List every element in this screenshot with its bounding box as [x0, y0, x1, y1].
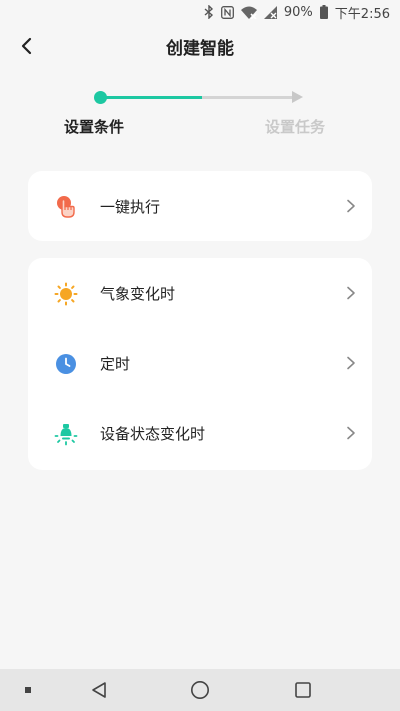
row-label: 一键执行 — [100, 197, 161, 216]
step-arrow-icon — [292, 91, 303, 103]
chevron-right-icon — [347, 199, 355, 213]
stepper: 设置条件 设置任务 — [0, 84, 400, 144]
row-label: 气象变化时 — [100, 284, 176, 303]
row-one-click-execute[interactable]: 一键执行 — [28, 171, 372, 241]
device-bulb-icon — [54, 422, 78, 446]
row-label: 设备状态变化时 — [100, 424, 206, 443]
header: 创建智能 — [0, 24, 400, 68]
nav-home-button[interactable] — [183, 669, 217, 711]
back-button[interactable] — [12, 32, 40, 60]
card-conditions: 气象变化时 定时 设备状态变化时 — [28, 258, 372, 470]
step-label-tasks: 设置任务 — [265, 118, 326, 136]
home-circle-icon — [191, 681, 209, 699]
signal-icon — [263, 5, 277, 19]
row-device-state-change[interactable]: 设备状态变化时 — [28, 398, 372, 468]
card-manual: 一键执行 — [28, 171, 372, 241]
nav-back-button[interactable] — [82, 669, 116, 711]
menu-dot-icon — [25, 687, 31, 693]
status-bar: 90% 下午2:56 — [0, 0, 400, 24]
clock-icon — [54, 352, 78, 376]
clock-time: 下午2:56 — [334, 6, 390, 22]
back-triangle-icon — [92, 682, 106, 698]
step-progress-line-active — [100, 96, 202, 99]
screen: 90% 下午2:56 创建智能 设置条件 设置任务 一键执行 气象变化时 定时 … — [0, 0, 400, 711]
sun-icon — [54, 282, 78, 306]
chevron-right-icon — [347, 356, 355, 370]
system-nav-bar — [0, 669, 400, 711]
step-label-conditions: 设置条件 — [64, 118, 125, 136]
recents-square-icon — [295, 682, 311, 698]
battery-icon — [319, 5, 328, 19]
nav-recents-button[interactable] — [286, 669, 320, 711]
menu-dot-button[interactable] — [18, 669, 38, 711]
chevron-left-icon — [21, 37, 32, 55]
page-title: 创建智能 — [166, 38, 234, 59]
row-weather-change[interactable]: 气象变化时 — [28, 258, 372, 328]
row-timer[interactable]: 定时 — [28, 328, 372, 398]
bluetooth-icon — [204, 5, 213, 19]
chevron-right-icon — [347, 286, 355, 300]
tap-hand-icon — [54, 195, 78, 219]
nfc-icon — [220, 5, 234, 19]
step-dot-active — [94, 91, 107, 104]
chevron-right-icon — [347, 426, 355, 440]
row-label: 定时 — [100, 354, 131, 373]
wifi-icon — [240, 6, 257, 19]
step-progress-line-inactive — [202, 96, 294, 99]
battery-percent: 90% — [283, 4, 313, 20]
